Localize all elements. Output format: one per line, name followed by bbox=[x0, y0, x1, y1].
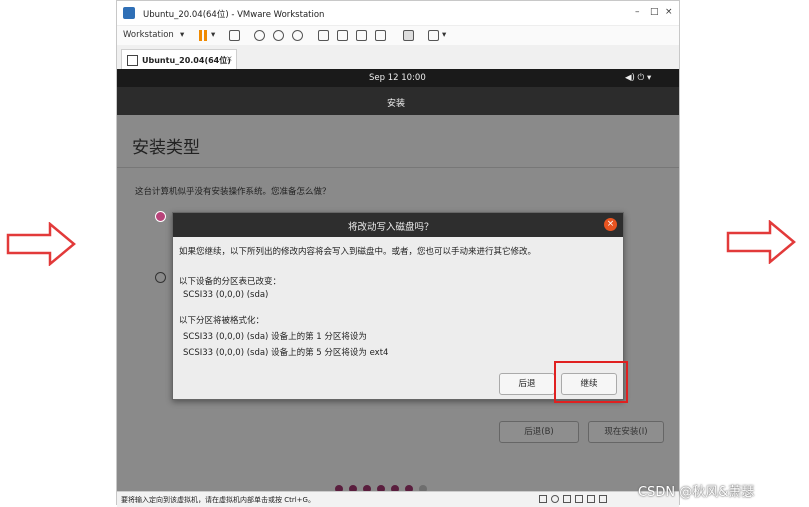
minimize-button[interactable]: – bbox=[635, 7, 640, 17]
title-bar: Ubuntu_20.04(64位) - VMware Workstation –… bbox=[117, 1, 679, 25]
format-item: SCSI33 (0,0,0) (sda) 设备上的第 5 分区将设为 ext4 bbox=[183, 348, 389, 358]
chevron-down-icon[interactable]: ▾ bbox=[211, 30, 215, 40]
chevron-down-icon[interactable]: ▾ bbox=[442, 30, 446, 40]
library-view-icon[interactable] bbox=[318, 30, 329, 41]
stretch-icon[interactable] bbox=[428, 30, 439, 41]
dialog-back-button[interactable]: 后退 bbox=[499, 373, 555, 395]
snapshot-manager-icon[interactable] bbox=[292, 30, 303, 41]
workstation-menu[interactable]: Workstation bbox=[123, 30, 174, 40]
install-now-button[interactable]: 现在安装(I) bbox=[588, 421, 664, 443]
left-arrow-icon bbox=[6, 222, 76, 266]
tab-ubuntu[interactable]: Ubuntu_20.04(64位) × bbox=[121, 49, 237, 69]
system-tray[interactable]: ◀) ⏻ ▾ bbox=[625, 73, 651, 83]
format-item: SCSI33 (0,0,0) (sda) 设备上的第 1 分区将设为 bbox=[183, 332, 367, 342]
installer-header: 安装 bbox=[117, 87, 679, 115]
network-icon[interactable] bbox=[563, 495, 571, 503]
installer-header-title: 安装 bbox=[387, 99, 406, 109]
snapshot-icon[interactable] bbox=[254, 30, 265, 41]
watermark: CSDN @秋风&萧瑟 bbox=[638, 485, 755, 500]
vm-icon bbox=[127, 55, 138, 66]
printer-icon[interactable] bbox=[599, 495, 607, 503]
dialog-title: 将改动写入磁盘吗？ bbox=[348, 222, 434, 233]
tab-label: Ubuntu_20.04(64位) bbox=[142, 56, 231, 65]
hdd-icon[interactable] bbox=[539, 495, 547, 503]
thumbnail-view-icon[interactable] bbox=[337, 30, 348, 41]
chevron-down-icon[interactable]: ▾ bbox=[180, 30, 184, 40]
highlight-box bbox=[554, 361, 628, 403]
usb-icon[interactable] bbox=[575, 495, 583, 503]
format-heading: 以下分区将被格式化： bbox=[179, 316, 265, 326]
tab-strip: Ubuntu_20.04(64位) × bbox=[117, 45, 679, 70]
pause-icon[interactable] bbox=[199, 30, 202, 41]
dialog-intro: 如果您继续，以下所列出的修改内容将会写入到磁盘中。或者，您也可以手动来进行其它修… bbox=[179, 247, 537, 257]
clock[interactable]: Sep 12 10:00 bbox=[369, 73, 426, 83]
status-text: 要将输入定向到该虚拟机，请在虚拟机内部单击或按 Ctrl+G。 bbox=[121, 496, 315, 504]
pause-icon-bar bbox=[204, 30, 207, 41]
tab-close-icon[interactable]: × bbox=[226, 54, 233, 63]
radio-option-1[interactable] bbox=[155, 211, 166, 222]
maximize-button[interactable]: □ bbox=[650, 7, 659, 17]
send-keys-icon[interactable] bbox=[229, 30, 240, 41]
page-title: 安装类型 bbox=[132, 138, 200, 158]
full-screen-icon[interactable] bbox=[356, 30, 367, 41]
radio-option-2[interactable] bbox=[155, 272, 166, 283]
right-arrow-icon bbox=[726, 220, 796, 264]
partition-changed-heading: 以下设备的分区表已改变： bbox=[179, 277, 282, 287]
ubuntu-top-bar: Sep 12 10:00 ◀) ⏻ ▾ bbox=[117, 69, 679, 87]
unity-icon[interactable] bbox=[375, 30, 386, 41]
dialog-close-icon[interactable]: × bbox=[604, 218, 617, 231]
sound-icon[interactable] bbox=[587, 495, 595, 503]
toolbar: Workstation ▾ ▾ ▾ bbox=[117, 25, 679, 47]
installer-back-button[interactable]: 后退(B) bbox=[499, 421, 579, 443]
window-title: Ubuntu_20.04(64位) - VMware Workstation bbox=[143, 10, 325, 20]
revert-snapshot-icon[interactable] bbox=[273, 30, 284, 41]
cd-icon[interactable] bbox=[551, 495, 559, 503]
close-button[interactable]: × bbox=[665, 7, 673, 17]
vmware-logo-icon bbox=[123, 7, 135, 19]
divider bbox=[117, 167, 679, 168]
dialog-header: 将改动写入磁盘吗？ × bbox=[173, 213, 623, 237]
install-question: 这台计算机似乎没有安装操作系统。您准备怎么做？ bbox=[135, 187, 331, 197]
partition-changed-item: SCSI33 (0,0,0) (sda) bbox=[183, 290, 269, 300]
console-view-icon[interactable] bbox=[403, 30, 414, 41]
